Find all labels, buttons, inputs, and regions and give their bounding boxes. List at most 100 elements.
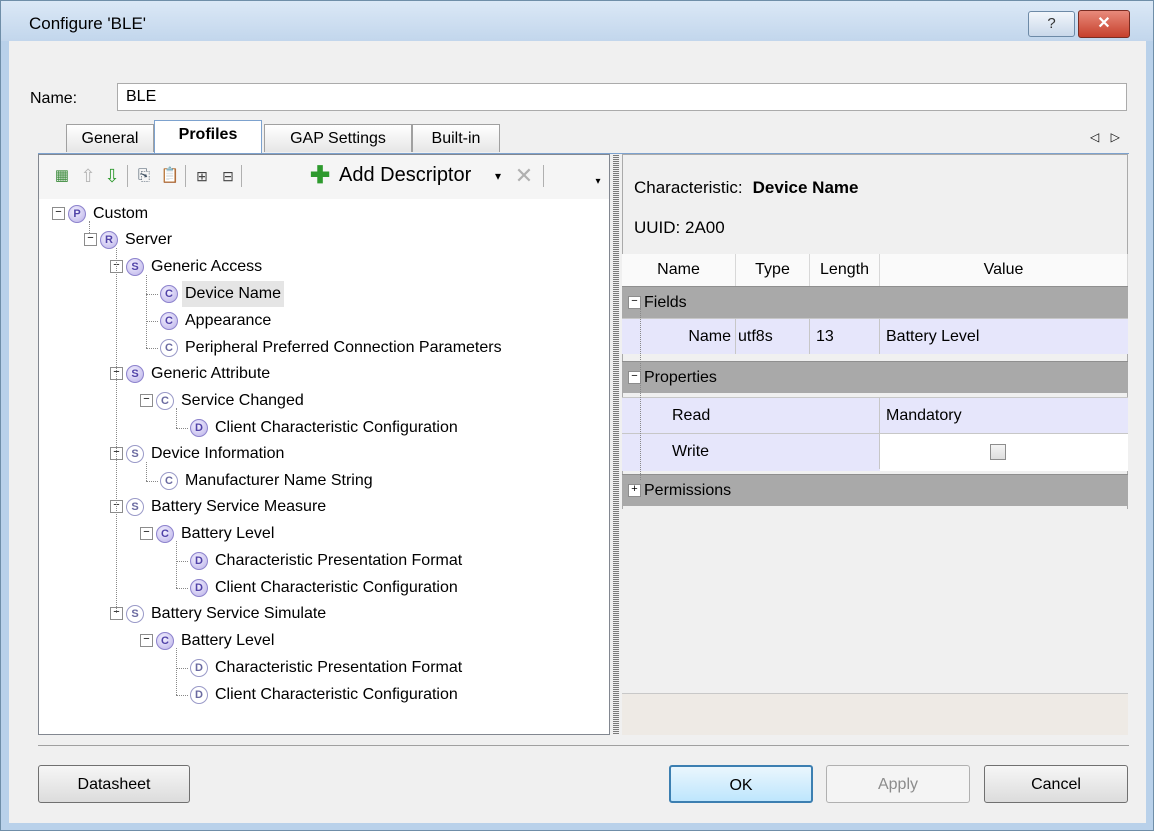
tree-node[interactable]: − P Custom: [52, 201, 151, 227]
property-row[interactable]: Read Mandatory: [622, 397, 1128, 433]
tree-connector: [146, 294, 158, 295]
characteristic-badge-icon: C: [156, 391, 174, 410]
tree-node-label: Client Characteristic Configuration: [215, 686, 458, 703]
column-header-name[interactable]: Name: [622, 254, 736, 286]
button-divider: [38, 745, 1129, 746]
tree-node[interactable]: C Manufacturer Name String: [160, 468, 376, 494]
tree-node-label: Device Name: [182, 281, 285, 307]
tree-node-label: Server: [125, 231, 173, 248]
tree-node[interactable]: D Client Characteristic Configuration: [190, 575, 461, 601]
datasheet-button[interactable]: Datasheet: [38, 765, 190, 803]
tree-connector: [146, 481, 158, 482]
column-header-length[interactable]: Length: [810, 254, 880, 286]
delete-icon[interactable]: ✕: [513, 163, 535, 189]
move-down-icon[interactable]: ⇩: [101, 163, 123, 189]
group-properties[interactable]: − Properties: [622, 361, 1128, 393]
pane-splitter[interactable]: [610, 154, 622, 735]
characteristic-name: Device Name: [752, 178, 859, 197]
plus-icon[interactable]: ✚: [309, 163, 331, 189]
tree-node-label: Generic Attribute: [151, 365, 271, 382]
tree-node-label: Client Characteristic Configuration: [215, 419, 458, 436]
tree-node-label: Manufacturer Name String: [185, 472, 373, 489]
cancel-button[interactable]: Cancel: [984, 765, 1128, 803]
tree-node-label: Characteristic Presentation Format: [215, 659, 463, 676]
tree-node[interactable]: D Client Characteristic Configuration: [190, 682, 461, 708]
tree-node[interactable]: D Characteristic Presentation Format: [190, 655, 465, 681]
tree-connector: [176, 541, 177, 588]
tab-profiles[interactable]: Profiles: [154, 120, 262, 154]
read-value-cell[interactable]: Mandatory: [880, 398, 1128, 433]
collapse-icon[interactable]: −: [140, 394, 153, 408]
descriptor-badge-icon: D: [190, 658, 208, 677]
name-input[interactable]: [117, 83, 1127, 111]
service-badge-icon: S: [126, 444, 144, 463]
tree-node[interactable]: C Appearance: [160, 308, 274, 334]
tree-node[interactable]: D Client Characteristic Configuration: [190, 415, 461, 441]
tree-node[interactable]: − S Battery Service Simulate: [110, 601, 329, 627]
tree-node[interactable]: D Characteristic Presentation Format: [190, 548, 465, 574]
close-button[interactable]: ✕: [1078, 10, 1130, 38]
tree-connector: [640, 300, 641, 480]
dropdown-arrow-icon[interactable]: ▾: [487, 163, 509, 189]
tree-node[interactable]: − S Battery Service Measure: [110, 494, 329, 520]
tree-node-label: Generic Access: [151, 258, 263, 275]
tab-scroll-arrows[interactable]: ◁ ▷: [1090, 130, 1124, 144]
read-name-cell: Read: [622, 398, 880, 433]
tree-connector: [176, 695, 188, 696]
ok-button[interactable]: OK: [669, 765, 813, 803]
group-label: Fields: [644, 294, 687, 311]
tree-node[interactable]: − C Battery Level: [140, 521, 277, 547]
collapse-all-icon[interactable]: ⊟: [217, 163, 239, 189]
move-up-icon[interactable]: ⇧: [77, 163, 99, 189]
help-button[interactable]: ?: [1028, 11, 1075, 37]
grid-empty-area: [622, 509, 1128, 693]
collapse-icon[interactable]: −: [84, 233, 97, 247]
tree-connector: [176, 588, 188, 589]
tree-node[interactable]: − S Generic Access: [110, 254, 265, 280]
field-value-cell[interactable]: Battery Level: [880, 319, 1128, 354]
tree-node[interactable]: − R Server: [84, 227, 175, 253]
property-row[interactable]: Name utf8s 13 Battery Level: [622, 318, 1128, 354]
collapse-icon[interactable]: −: [140, 634, 153, 648]
field-length-cell[interactable]: 13: [810, 319, 880, 354]
splitter-grip[interactable]: [613, 154, 619, 735]
group-fields[interactable]: − Fields: [622, 286, 1128, 318]
toolbar-overflow-icon[interactable]: ▾: [587, 169, 609, 195]
characteristic-badge-icon: C: [160, 471, 178, 490]
tree-node[interactable]: − C Battery Level: [140, 628, 277, 654]
service-badge-icon: S: [126, 364, 144, 383]
copy-icon[interactable]: ⎘: [133, 163, 155, 189]
tab-built-in[interactable]: Built-in: [412, 124, 500, 152]
tree-node-label: Characteristic Presentation Format: [215, 552, 463, 569]
field-type-cell[interactable]: utf8s: [736, 319, 810, 354]
column-header-value[interactable]: Value: [880, 254, 1128, 286]
expand-all-icon[interactable]: ⊞: [191, 163, 213, 189]
tree-node-label: Appearance: [185, 312, 272, 329]
paste-icon[interactable]: 📋: [159, 163, 181, 189]
tree-connector: [146, 348, 158, 349]
tab-general[interactable]: General: [66, 124, 154, 152]
descriptor-badge-icon: D: [190, 418, 208, 437]
tree-node-selected[interactable]: C Device Name: [160, 281, 285, 307]
tab-gap-settings[interactable]: GAP Settings: [264, 124, 412, 152]
tree-node[interactable]: − S Device Information: [110, 441, 287, 467]
tree-connector: [176, 668, 188, 669]
add-descriptor-button[interactable]: Add Descriptor: [339, 164, 471, 187]
service-badge-icon: S: [126, 257, 144, 276]
tree-node[interactable]: − C Service Changed: [140, 388, 307, 414]
apply-button[interactable]: Apply: [826, 765, 970, 803]
expand-icon[interactable]: +: [628, 484, 641, 498]
characteristic-badge-icon: C: [156, 631, 174, 650]
tree-connector: [176, 561, 188, 562]
collapse-icon[interactable]: −: [140, 527, 153, 541]
tree-node-label: Battery Level: [181, 525, 275, 542]
write-checkbox[interactable]: [990, 444, 1006, 460]
tree-node[interactable]: C Peripheral Preferred Connection Paramet…: [160, 335, 505, 361]
group-permissions[interactable]: + Permissions: [622, 474, 1128, 506]
tree-node[interactable]: − S Generic Attribute: [110, 361, 273, 387]
collapse-icon[interactable]: −: [52, 207, 65, 221]
add-service-icon[interactable]: ▦: [51, 163, 73, 189]
property-row[interactable]: Write: [622, 433, 1128, 471]
tree-connector: [146, 275, 147, 348]
column-header-type[interactable]: Type: [736, 254, 810, 286]
